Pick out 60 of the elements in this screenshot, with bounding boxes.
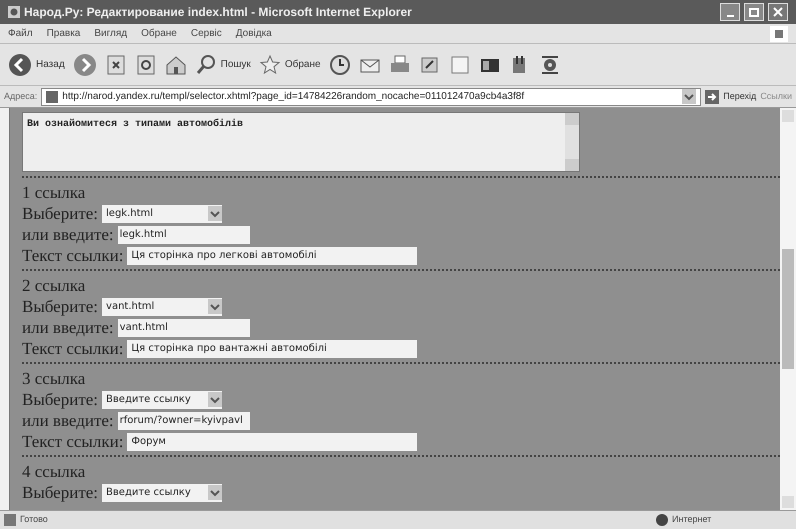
link-text-input[interactable]: Форум	[127, 432, 418, 450]
description-textarea[interactable]: Ви ознайомитеся з типами автомобілів	[22, 112, 580, 172]
field-label: Выберите:	[22, 483, 98, 502]
field-label: Текст ссылки:	[22, 432, 124, 451]
toolbar-button[interactable]	[104, 54, 127, 76]
toolbar-button[interactable]	[328, 54, 351, 76]
section-heading: 4 ссылка	[22, 462, 86, 481]
menu-item[interactable]: Сервіс	[190, 26, 222, 41]
close-icon	[773, 7, 783, 17]
menu-item[interactable]: Довідка	[236, 26, 272, 41]
refresh-icon	[134, 54, 157, 76]
section-heading: 3 ссылка	[22, 369, 86, 388]
go-button[interactable]: Перехід	[705, 90, 756, 104]
arrow-right-icon	[705, 90, 720, 104]
window-title: Народ.Ру: Редактирование index.html - Microsoft Internet Explorer	[24, 4, 413, 21]
page-icon	[4, 514, 16, 526]
field-label: или введите:	[22, 411, 114, 430]
toolbar-button[interactable]	[134, 54, 157, 76]
field-label: Текст ссылки:	[22, 246, 124, 265]
maximize-button[interactable]	[744, 3, 764, 21]
stop-icon	[104, 54, 127, 76]
status-text: Готово	[20, 513, 49, 526]
scrollbar[interactable]	[780, 108, 796, 510]
zone-text: Интернет	[672, 513, 712, 526]
field-label: Выберите:	[22, 297, 98, 316]
link-input[interactable]: rforum/?owner=kyivpavl	[118, 412, 250, 430]
menu-item[interactable]: Обране	[141, 26, 177, 41]
home-icon	[164, 54, 187, 76]
toolbar-button[interactable]: Пошук	[194, 54, 251, 76]
link-text-input[interactable]: Ця сторінка про легкові автомобілі	[127, 246, 418, 264]
toolbar-button[interactable]	[164, 54, 187, 76]
link-select[interactable]: Введите ссылку	[102, 484, 222, 502]
link-text-input[interactable]: Ця сторінка про вантажні автомобілі	[127, 340, 418, 358]
address-field[interactable]: http://narod.yandex.ru/templ/selector.xhtml?page_id=14784226random_nocache=011012470a9cb4a3f8f	[41, 88, 702, 106]
browser-icon	[8, 6, 20, 18]
toolbar-button[interactable]: Обране	[258, 54, 321, 76]
link-input[interactable]: legk.html	[118, 226, 250, 244]
link-select[interactable]: Введите ссылку	[102, 390, 222, 408]
link-select[interactable]: legk.html	[102, 204, 222, 222]
menu-item[interactable]: Файл	[8, 26, 33, 41]
field-label: Текст ссылки:	[22, 339, 124, 358]
address-label: Адреса:	[4, 90, 38, 103]
field-label: Выберите:	[22, 390, 98, 409]
search-icon	[194, 54, 217, 76]
note-icon	[448, 54, 471, 76]
page-icon	[46, 90, 58, 102]
close-button[interactable]	[768, 3, 788, 21]
star-icon	[258, 54, 281, 76]
menu-item[interactable]: Вигляд	[94, 26, 128, 41]
clock-icon	[328, 54, 351, 76]
link-input[interactable]: vant.html	[118, 318, 250, 336]
section-heading: 1 ссылка	[22, 183, 86, 202]
link-select[interactable]: vant.html	[102, 298, 222, 316]
section-heading: 2 ссылка	[22, 276, 86, 295]
menu-item[interactable]: Правка	[46, 26, 80, 41]
toolbar-button[interactable]: Назад	[8, 52, 65, 76]
field-label: Выберите:	[22, 204, 98, 223]
field-label: или введите:	[22, 318, 114, 337]
minimize-button[interactable]	[720, 3, 740, 21]
field-label: или введите:	[22, 225, 114, 244]
